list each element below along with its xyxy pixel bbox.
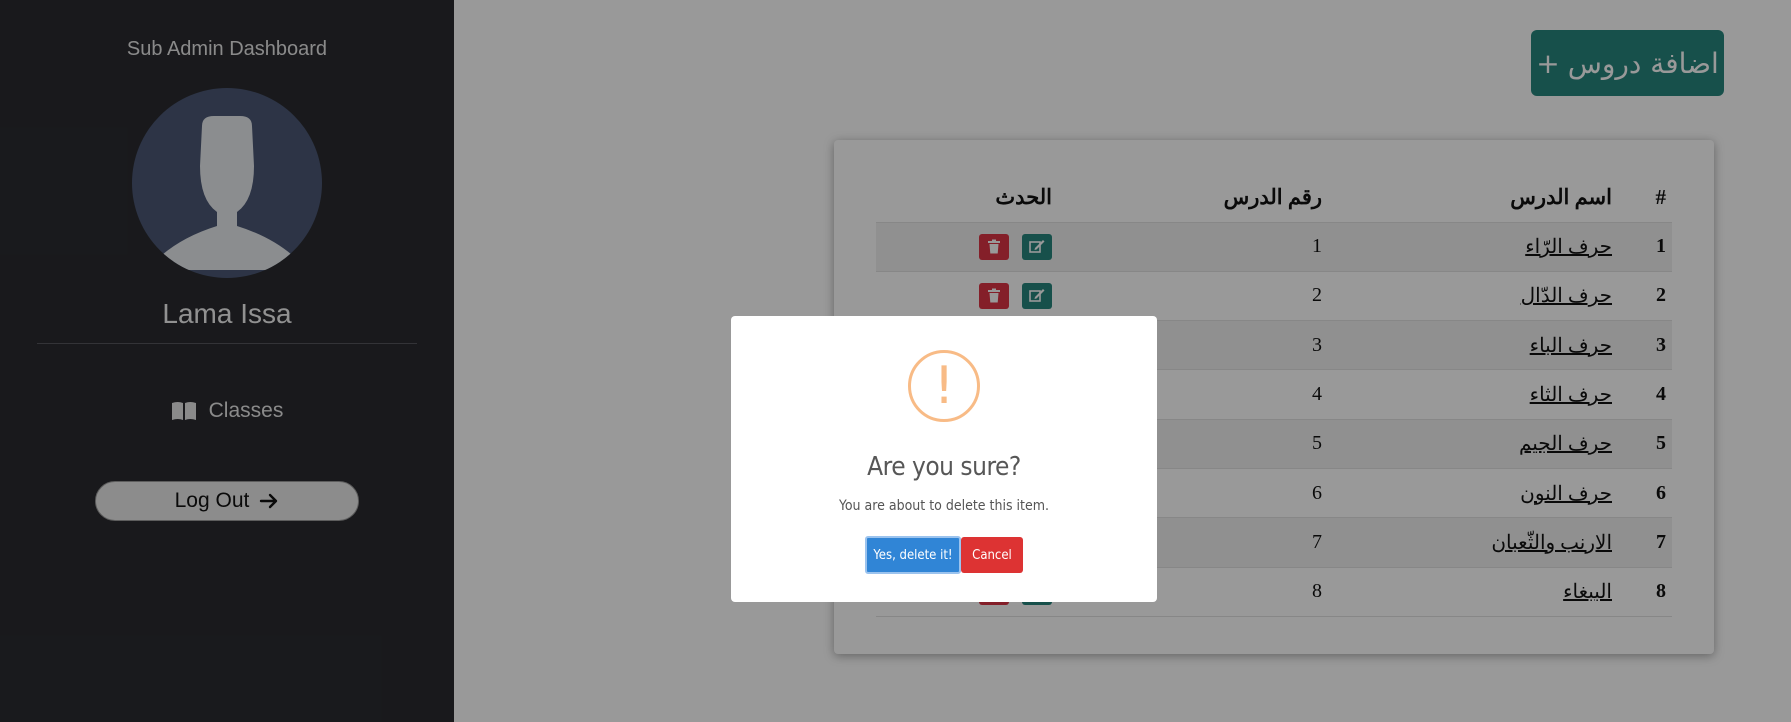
dialog-buttons: Yes, delete it! Cancel bbox=[731, 536, 1157, 574]
confirm-dialog: ! Are you sure? You are about to delete … bbox=[731, 316, 1157, 602]
confirm-delete-button[interactable]: Yes, delete it! bbox=[865, 536, 961, 574]
cancel-button[interactable]: Cancel bbox=[961, 537, 1023, 573]
dialog-title: Are you sure? bbox=[867, 452, 1021, 482]
warning-icon: ! bbox=[908, 350, 980, 422]
dialog-text: You are about to delete this item. bbox=[839, 498, 1049, 514]
